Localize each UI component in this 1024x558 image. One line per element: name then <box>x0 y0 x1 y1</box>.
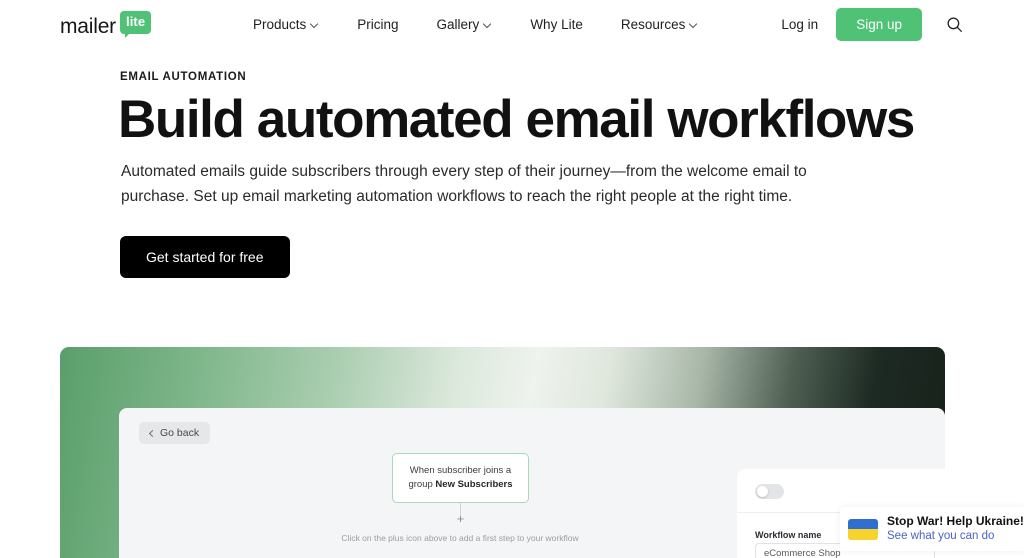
go-back-button[interactable]: Go back <box>139 422 211 444</box>
nav-item-why-lite[interactable]: Why Lite <box>530 17 583 32</box>
nav-label: Resources <box>620 17 686 32</box>
logo-text-primary: mailer <box>60 15 116 38</box>
workflow-name-label: Workflow name <box>755 530 822 540</box>
workflow-builder-canvas: Go back When subscriber joins a group Ne… <box>119 408 945 558</box>
chevron-down-icon <box>311 20 319 28</box>
nav-label: Why Lite <box>530 17 583 32</box>
hero-eyebrow: EMAIL AUTOMATION <box>120 71 247 83</box>
nav-item-gallery[interactable]: Gallery <box>437 17 493 32</box>
nav-item-resources[interactable]: Resources <box>621 17 699 32</box>
logo-text-secondary: lite <box>125 14 146 29</box>
main-navigation: Products Pricing Gallery Why Lite Resour… <box>253 0 698 49</box>
ukraine-flag-icon <box>848 518 878 540</box>
ukraine-banner-link[interactable]: See what you can do <box>887 530 1024 543</box>
logo[interactable]: mailer lite <box>60 11 152 38</box>
workflow-hint-text: Click on the plus icon above to add a fi… <box>341 533 579 543</box>
site-header: mailer lite Products Pricing Gallery Why… <box>0 0 1024 49</box>
get-started-button[interactable]: Get started for free <box>120 236 290 278</box>
trigger-card-group: New Subscribers <box>435 479 513 490</box>
ukraine-banner-title: Stop War! Help Ukraine! <box>887 514 1024 529</box>
nav-item-pricing[interactable]: Pricing <box>357 17 398 32</box>
ukraine-banner-text: Stop War! Help Ukraine! See what you can… <box>887 514 1024 543</box>
ukraine-banner: Stop War! Help Ukraine! See what you can… <box>840 507 1024 551</box>
header-actions: Log in Sign up <box>781 0 964 49</box>
signup-button[interactable]: Sign up <box>836 8 922 41</box>
login-link[interactable]: Log in <box>781 17 818 32</box>
search-icon[interactable] <box>944 15 964 35</box>
chevron-left-icon <box>148 429 157 437</box>
chevron-down-icon <box>484 20 492 28</box>
chevron-down-icon <box>690 20 698 28</box>
nav-item-products[interactable]: Products <box>253 17 319 32</box>
add-step-plus-icon[interactable]: + <box>454 512 467 525</box>
nav-label: Gallery <box>436 17 480 32</box>
product-screenshot: Go back When subscriber joins a group Ne… <box>60 347 945 558</box>
workflow-enable-toggle[interactable] <box>755 484 784 499</box>
page-title: Build automated email workflows <box>118 90 915 149</box>
nav-label: Pricing <box>357 17 399 32</box>
workflow-trigger-card[interactable]: When subscriber joins a group New Subscr… <box>392 453 529 503</box>
hero-subtitle: Automated emails guide subscribers throu… <box>121 163 807 205</box>
logo-bubble-icon: lite <box>119 11 152 38</box>
go-back-label: Go back <box>160 427 200 439</box>
nav-label: Products <box>253 17 307 32</box>
